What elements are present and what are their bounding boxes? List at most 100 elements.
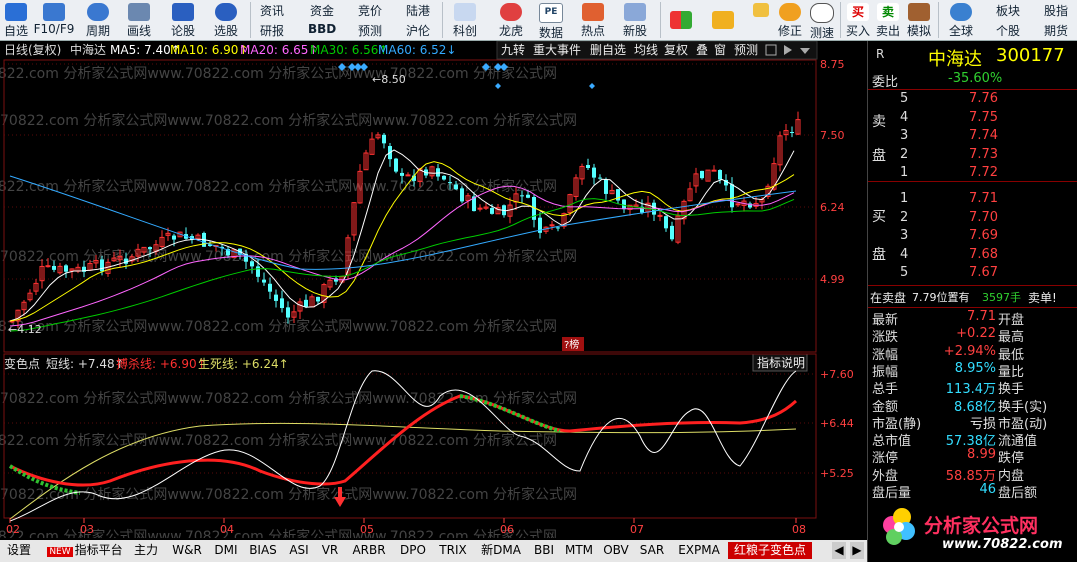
- ma-button[interactable]: 均线: [634, 43, 658, 57]
- news-link[interactable]: 资讯: [260, 2, 284, 19]
- order-book-row[interactable]: 1 7.72: [868, 165, 1077, 182]
- futures-link[interactable]: 期货: [1044, 22, 1068, 39]
- stat-label: 涨幅: [872, 347, 899, 363]
- svg-text:指标说明: 指标说明: [757, 355, 805, 370]
- correct-button[interactable]: 修正: [776, 1, 804, 39]
- speed-test-button[interactable]: 测速: [808, 1, 836, 40]
- hot-button[interactable]: 热点: [576, 1, 610, 39]
- back-button[interactable]: [708, 1, 738, 39]
- order-book-row[interactable]: 4 7.75: [868, 110, 1077, 127]
- candle-body: [526, 194, 530, 198]
- scroll-right-icon[interactable]: ▶: [850, 542, 864, 559]
- stat-label: 换手(实): [998, 399, 1048, 415]
- tab-arbr[interactable]: ARBR: [346, 542, 392, 559]
- layout-button[interactable]: [666, 1, 696, 39]
- tab-mtm[interactable]: MTM: [562, 542, 596, 559]
- sh-london-link[interactable]: 沪伦: [406, 22, 430, 39]
- indicator-axis: +7.60 +6.44 +5.25: [820, 368, 854, 480]
- index-link[interactable]: 股指: [1044, 2, 1068, 19]
- predict-button[interactable]: 预测: [734, 43, 758, 57]
- ipo-button[interactable]: 新股: [618, 1, 652, 39]
- stat-label: 跌停: [998, 451, 1025, 467]
- candle-body: [604, 179, 608, 194]
- tab-dpo[interactable]: DPO: [396, 542, 430, 559]
- dragon-tiger-button[interactable]: 龙虎: [494, 1, 528, 39]
- stat-row: 外盘 58.85万 内盘: [868, 465, 1077, 484]
- tab-asi[interactable]: ASI: [284, 542, 314, 559]
- adjust-button[interactable]: 复权: [664, 43, 688, 57]
- global-button[interactable]: 全球: [942, 1, 980, 39]
- tab-trix[interactable]: TRIX: [434, 542, 472, 559]
- stock-picker-button[interactable]: 选股: [206, 1, 246, 39]
- order-level: 5: [900, 91, 909, 106]
- bbd-link[interactable]: BBD: [308, 22, 336, 36]
- flower-logo-icon: [883, 508, 915, 545]
- tab-obv[interactable]: OBV: [600, 542, 632, 559]
- remove-watchlist-button[interactable]: 删自选: [590, 43, 626, 57]
- order-book-row[interactable]: 5 7.76: [868, 91, 1077, 108]
- order-book-row[interactable]: 3 7.69: [868, 228, 1077, 245]
- f10-button[interactable]: F10/F9: [32, 1, 76, 39]
- stat-row: 市盈(静) 亏损 市盈(动): [868, 413, 1077, 432]
- order-book-row[interactable]: 5 7.67: [868, 265, 1077, 282]
- hk-connect-link[interactable]: 陆港: [406, 2, 430, 19]
- scroll-button[interactable]: [748, 1, 774, 39]
- candle-body: [280, 298, 284, 309]
- star-market-button[interactable]: 科创: [448, 1, 482, 39]
- tab-wr[interactable]: W&R: [168, 542, 206, 559]
- order-book-row[interactable]: 3 7.74: [868, 128, 1077, 145]
- research-link[interactable]: 研报: [260, 22, 284, 39]
- chart-area[interactable]: 日线(复权) 中海达 MA5: 7.40↑ MA10: 6.90↑ MA20: …: [0, 40, 867, 545]
- stock-link[interactable]: 个股: [996, 22, 1020, 39]
- order-notice: 在卖盘 7.79位置有 3597手 卖单!: [870, 291, 1057, 305]
- order-book-row[interactable]: 2 7.70: [868, 210, 1077, 227]
- tab-settings[interactable]: 设置: [4, 542, 34, 559]
- order-book-row[interactable]: 4 7.68: [868, 247, 1077, 264]
- draw-line-button[interactable]: 画线: [122, 1, 156, 39]
- funds-link[interactable]: 资金: [310, 2, 334, 19]
- stock-name-label: 中海达: [70, 42, 106, 57]
- tab-main-force[interactable]: 主力: [130, 542, 162, 559]
- candle-body: [664, 216, 668, 229]
- tab-bias[interactable]: BIAS: [246, 542, 280, 559]
- hammer-icon: [908, 3, 930, 21]
- period-button[interactable]: 周期: [78, 1, 118, 39]
- simulate-button[interactable]: 模拟: [904, 1, 934, 39]
- candle-body: [382, 134, 386, 144]
- tab-sar[interactable]: SAR: [636, 542, 668, 559]
- kline-chart[interactable]: 日线(复权) 中海达 MA5: 7.40↑ MA10: 6.90↑ MA20: …: [0, 40, 867, 545]
- clock-icon: [87, 3, 109, 21]
- sector-link[interactable]: 板块: [996, 2, 1020, 19]
- overlay-button[interactable]: 叠: [696, 43, 708, 57]
- auction-link[interactable]: 竞价: [358, 2, 382, 19]
- stopwatch-icon: [810, 3, 834, 23]
- major-events-button[interactable]: 重大事件: [533, 43, 581, 57]
- tab-vr[interactable]: VR: [318, 542, 342, 559]
- order-book-row[interactable]: 2 7.73: [868, 147, 1077, 164]
- tab-red-wolf-color-point[interactable]: 红粮子变色点: [728, 542, 812, 559]
- stat-label: 量比: [998, 364, 1025, 380]
- order-price: 7.74: [969, 128, 998, 143]
- window-button[interactable]: 窗: [714, 43, 726, 57]
- order-price: 7.76: [969, 91, 998, 106]
- order-book-row[interactable]: 1 7.71: [868, 191, 1077, 208]
- data-button[interactable]: PE 数据: [534, 1, 568, 40]
- scroll-left-icon[interactable]: ◀: [832, 542, 846, 559]
- candle-body: [616, 189, 620, 201]
- tab-bbi[interactable]: BBI: [530, 542, 558, 559]
- sell-button[interactable]: 卖 卖出: [874, 1, 902, 39]
- tab-new-dma[interactable]: 新DMA: [476, 542, 526, 559]
- tab-expma[interactable]: EXPMA: [674, 542, 724, 559]
- candle-body: [735, 203, 741, 206]
- forecast-link[interactable]: 预测: [358, 22, 382, 39]
- event-diamond: [495, 83, 501, 89]
- nine-turn-button[interactable]: 九转: [501, 42, 525, 57]
- buy-button[interactable]: 买 买入: [844, 1, 872, 39]
- watchlist-button[interactable]: 自选: [2, 1, 30, 39]
- candle-body: [556, 227, 560, 229]
- candle-body: [100, 259, 104, 272]
- stat-value: +2.94%: [943, 343, 996, 359]
- tab-indicator-platform[interactable]: NEW 指标平台: [44, 542, 126, 559]
- tab-dmi[interactable]: DMI: [210, 542, 242, 559]
- discuss-button[interactable]: 论股: [166, 1, 200, 39]
